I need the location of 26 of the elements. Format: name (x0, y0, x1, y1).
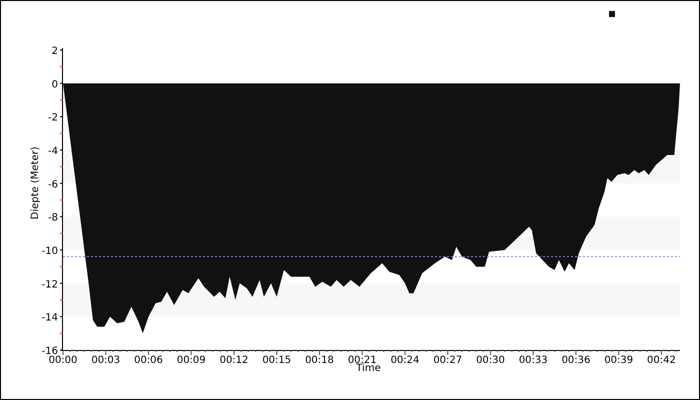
tick-label: -12 (42, 279, 58, 290)
tick-label: -4 (48, 146, 58, 157)
tick-label: -8 (48, 212, 58, 224)
tick-label: 00:03 (91, 355, 120, 366)
tick-label: 00:15 (262, 355, 292, 366)
tick-label: 00:24 (390, 355, 420, 366)
tick-label: 00:30 (476, 355, 505, 366)
tick-label: 00:06 (134, 355, 163, 366)
tick-label: 00:36 (562, 355, 590, 366)
tick-label: -10 (42, 246, 58, 257)
tick-label: -6 (48, 179, 58, 190)
y-axis-title: Diepte (Meter) (30, 146, 41, 220)
tick-label: 00:42 (647, 355, 676, 366)
tick-label: -16 (42, 346, 58, 357)
tick-label: -2 (48, 112, 58, 124)
tick-label: 0 (52, 79, 58, 90)
tick-label: -14 (42, 312, 58, 324)
tick-label: 00:39 (604, 355, 634, 366)
tick-label: 00:09 (176, 355, 206, 366)
tick-label: 2 (52, 46, 58, 57)
tick-label: 00:33 (518, 355, 548, 366)
tick-label: 00:18 (305, 355, 334, 366)
tick-label: 00:12 (220, 355, 248, 366)
x-axis-title: Time (356, 363, 381, 374)
tick-label: 00:27 (433, 355, 462, 366)
tick-label: 00:00 (48, 355, 78, 366)
